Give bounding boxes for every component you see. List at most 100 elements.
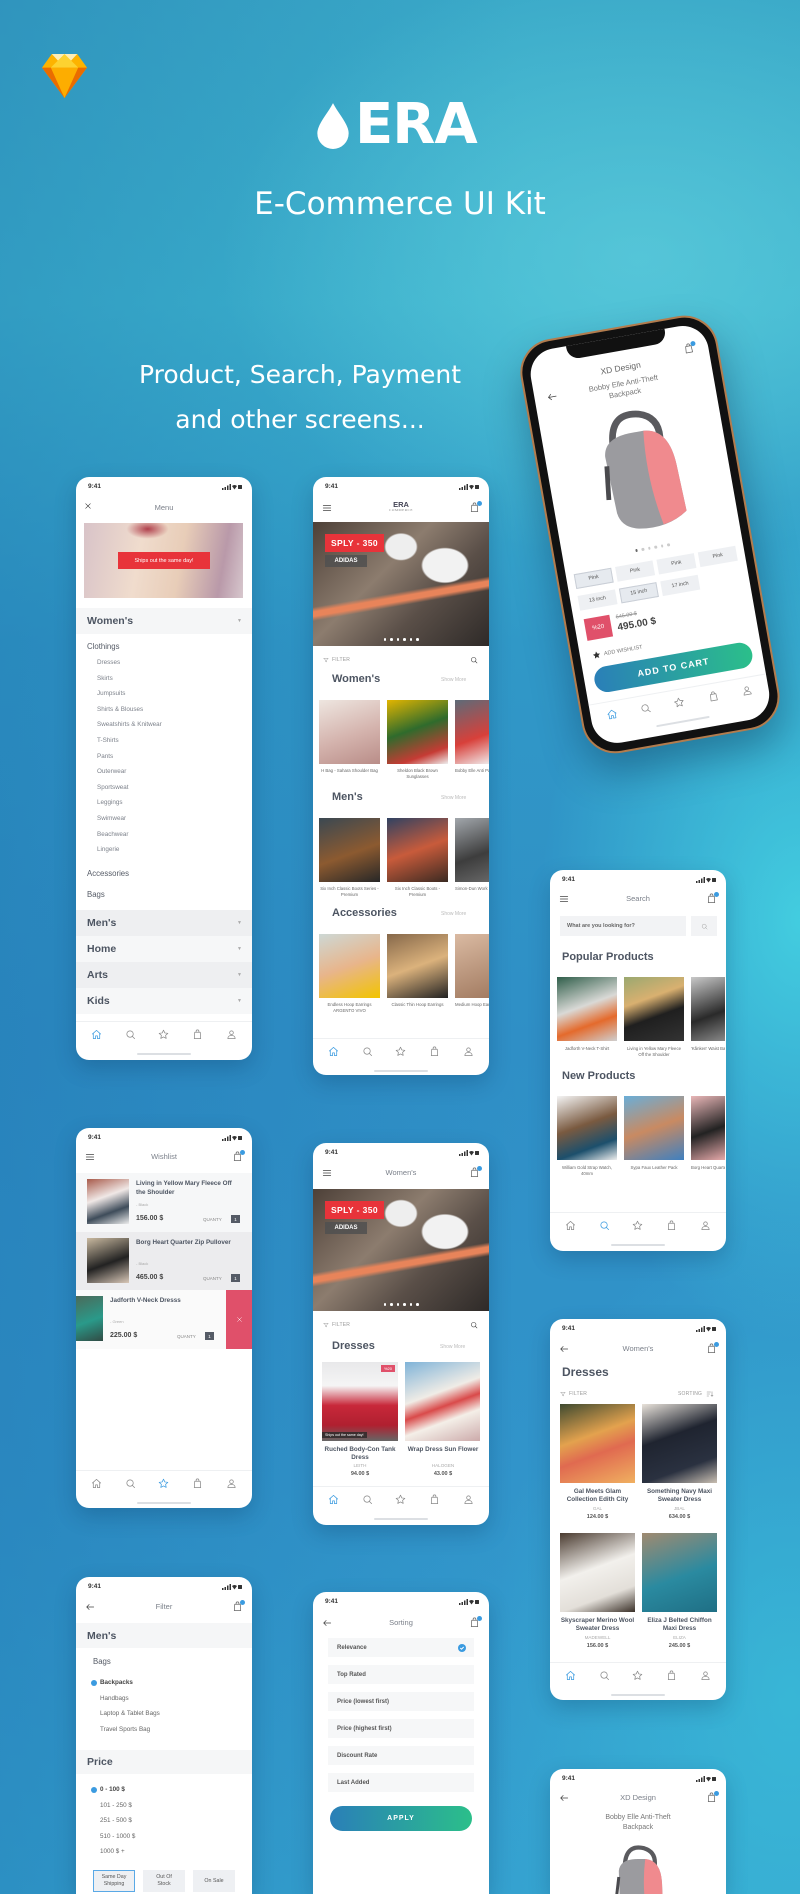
filter-icon[interactable] [323, 1322, 329, 1328]
carousel-dots[interactable] [313, 1303, 489, 1306]
search-input[interactable]: What are you looking for? [560, 916, 686, 936]
quantity-stepper[interactable]: 1 [205, 1332, 214, 1340]
menu-item[interactable]: Swimwear [97, 815, 126, 822]
size-option[interactable]: 17 inch [660, 574, 701, 597]
show-more-link[interactable]: Show More [441, 795, 466, 801]
color-option[interactable]: Pink [573, 567, 614, 590]
product-caption[interactable]: Sypa Faux Leather Pack [624, 1165, 684, 1171]
search-icon[interactable] [125, 1478, 136, 1489]
filter-chip[interactable]: Out Of Stock [143, 1870, 185, 1892]
delete-button[interactable] [226, 1290, 252, 1349]
product-caption[interactable]: Borg Heart Quarter Zip Pullover [691, 1165, 725, 1171]
product-title[interactable]: Gal Meets Glam Collection Edith City [560, 1488, 635, 1504]
sort-option[interactable]: Top Rated [328, 1665, 474, 1684]
user-icon[interactable] [700, 1220, 711, 1231]
filter-chip[interactable]: Same Day Shipping [93, 1870, 135, 1892]
home-icon[interactable] [328, 1494, 339, 1505]
filter-option[interactable]: 510 - 1000 $ [91, 1833, 135, 1840]
size-option[interactable]: 13 inch [577, 589, 618, 611]
menu-item[interactable]: Dresses [97, 659, 120, 666]
category-bags[interactable]: Bags [87, 890, 105, 899]
menu-item[interactable]: Sportsweat [97, 784, 129, 791]
star-icon[interactable] [395, 1494, 406, 1505]
star-icon[interactable] [158, 1478, 169, 1489]
search-icon[interactable] [599, 1220, 610, 1231]
color-option[interactable]: Pink [615, 560, 656, 582]
search-button[interactable] [691, 916, 717, 936]
product-caption[interactable]: Simon-Dun Work Boots [455, 886, 489, 892]
section-womens[interactable]: Women's ▼ [76, 608, 252, 634]
filter-option[interactable]: 251 - 500 $ [91, 1817, 132, 1824]
filter-button[interactable]: FILTER [332, 1322, 350, 1328]
color-option[interactable]: Pink [656, 553, 697, 575]
search-icon[interactable] [125, 1029, 136, 1040]
star-filled-icon[interactable] [591, 650, 601, 660]
section-kids[interactable]: Kids ▼ [76, 988, 252, 1014]
menu-item[interactable]: Shirts & Blouses [97, 706, 143, 713]
filter-chip[interactable]: On Sale [193, 1870, 235, 1892]
wishlist-item[interactable]: Jadforth V-Neck Dresss - Green 225.00 $ QUA… [76, 1290, 252, 1349]
show-more-link[interactable]: Show More [441, 911, 466, 917]
color-option[interactable]: Pink [697, 545, 738, 568]
bag-icon[interactable] [707, 690, 720, 703]
search-icon[interactable] [470, 1321, 478, 1329]
cart-icon[interactable] [682, 340, 696, 355]
user-icon[interactable] [700, 1670, 711, 1681]
home-icon[interactable] [605, 708, 618, 721]
menu-item[interactable]: Sweatshirts & Knitwear [97, 721, 162, 728]
star-icon[interactable] [395, 1046, 406, 1057]
filter-option[interactable]: 0 - 100 $ [91, 1786, 125, 1793]
sort-option[interactable]: Price (lowest first) [328, 1692, 474, 1711]
section-arts[interactable]: Arts ▼ [76, 962, 252, 988]
quantity-stepper[interactable]: 1 [231, 1274, 240, 1282]
section-mens[interactable]: Men's ▼ [76, 910, 252, 936]
filter-icon[interactable] [323, 657, 329, 663]
user-icon[interactable] [741, 684, 754, 697]
product-caption[interactable]: Living in Yellow Mary Fleece Off the Sho… [624, 1046, 684, 1057]
filter-option[interactable]: 101 - 250 $ [91, 1802, 132, 1809]
product-caption[interactable]: Endless Hoop Earrings ARGENTO VIVO [319, 1002, 380, 1013]
product-title[interactable]: Ruched Body-Con Tank Dress [322, 1446, 398, 1462]
filter-button[interactable]: FILTER [569, 1391, 587, 1397]
search-icon[interactable] [470, 656, 478, 664]
star-icon[interactable] [673, 696, 686, 709]
user-icon[interactable] [226, 1478, 237, 1489]
cart-icon[interactable] [469, 1166, 482, 1178]
filter-button[interactable]: FILTER [332, 657, 350, 663]
menu-item[interactable]: Skirts [97, 675, 113, 682]
star-icon[interactable] [632, 1670, 643, 1681]
menu-item[interactable]: Beachwear [97, 831, 129, 838]
home-icon[interactable] [565, 1220, 576, 1231]
menu-item[interactable]: Outerwear [97, 768, 126, 775]
bag-icon[interactable] [192, 1029, 203, 1040]
section-home[interactable]: Home ▼ [76, 936, 252, 962]
home-icon[interactable] [328, 1046, 339, 1057]
product-title[interactable]: Skyscraper Merino Wool Sweater Dress [560, 1617, 635, 1633]
product-caption[interactable]: William Gold Strap Watch, 40mm [557, 1165, 617, 1176]
search-icon[interactable] [362, 1494, 373, 1505]
filter-option[interactable]: Backpacks [91, 1679, 133, 1686]
menu-item[interactable]: Pants [97, 753, 113, 760]
user-icon[interactable] [463, 1494, 474, 1505]
home-icon[interactable] [565, 1670, 576, 1681]
product-caption[interactable]: 'Kånken' Waist Backpack [691, 1046, 725, 1052]
menu-item[interactable]: Leggings [97, 799, 123, 806]
sort-option[interactable]: Discount Rate [328, 1746, 474, 1765]
show-more-link[interactable]: Show More [440, 1344, 465, 1350]
filter-option[interactable]: Laptop & Tablet Bags [91, 1710, 160, 1717]
search-icon[interactable] [599, 1670, 610, 1681]
sort-option[interactable]: Price (highest first) [328, 1719, 474, 1738]
quantity-stepper[interactable]: 1 [231, 1215, 240, 1223]
add-wishlist-button[interactable]: ADD WISHLIST [604, 644, 644, 657]
bag-icon[interactable] [666, 1220, 677, 1231]
sort-option[interactable]: Relevance [328, 1638, 474, 1657]
cart-icon[interactable] [232, 1150, 245, 1162]
cart-icon[interactable] [469, 1616, 482, 1628]
bag-icon[interactable] [666, 1670, 677, 1681]
bag-icon[interactable] [429, 1494, 440, 1505]
user-icon[interactable] [463, 1046, 474, 1057]
sorting-button[interactable]: SORTING [678, 1391, 702, 1397]
user-icon[interactable] [226, 1029, 237, 1040]
menu-item[interactable]: Jumpsuits [97, 690, 125, 697]
back-icon[interactable] [546, 390, 559, 403]
